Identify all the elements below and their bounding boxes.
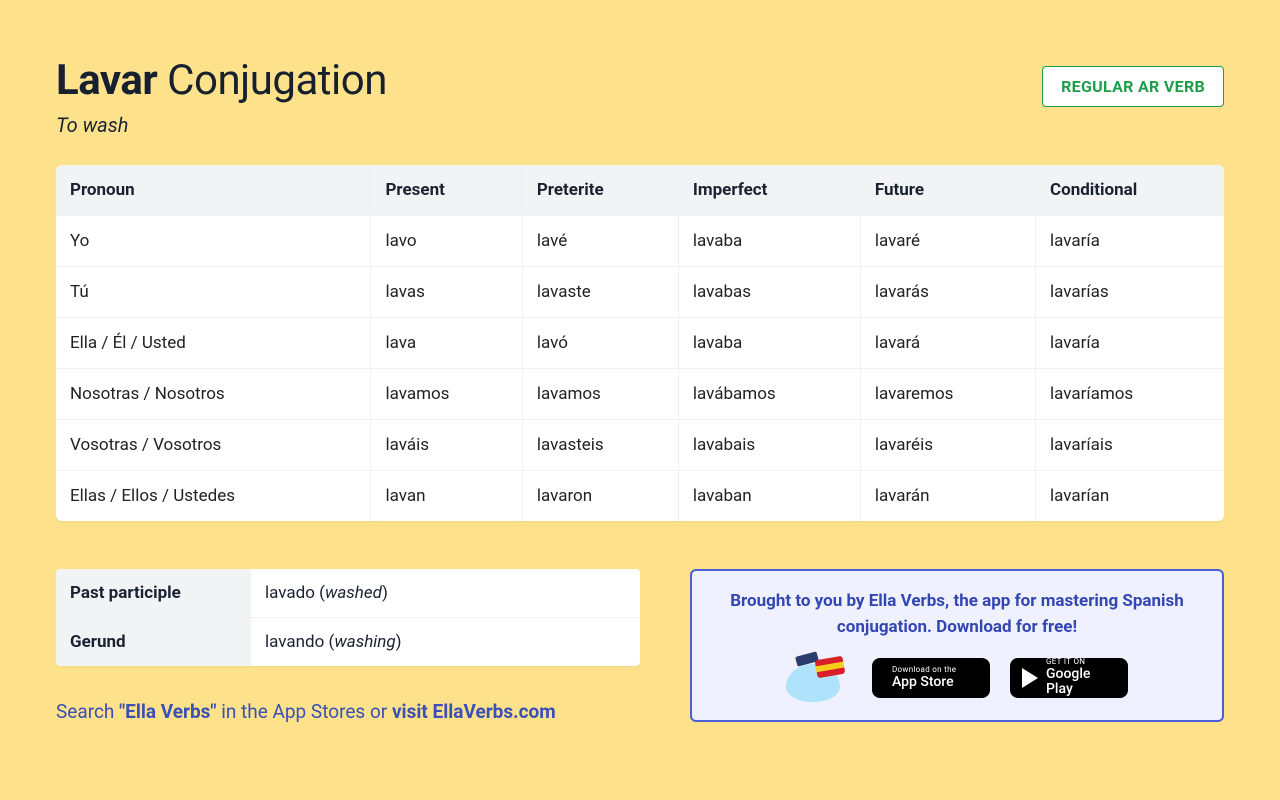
app-store-badge[interactable]: Download on the App Store	[872, 658, 990, 698]
table-cell: lavaríais	[1035, 420, 1224, 471]
table-cell: lavabais	[678, 420, 860, 471]
table-row: Yolavolavélavabalavarélavaría	[56, 216, 1224, 267]
form-label: Gerund	[56, 618, 251, 667]
promo-text: Brought to you by Ella Verbs, the app fo…	[714, 589, 1200, 640]
table-cell: lavarían	[1035, 471, 1224, 522]
title-verb: Lavar	[56, 56, 157, 105]
table-cell: lavasteis	[522, 420, 678, 471]
search-app-name: "Ella Verbs"	[119, 700, 216, 723]
app-store-big: App Store	[892, 675, 956, 690]
table-cell: Nosotras / Nosotros	[56, 369, 371, 420]
table-cell: lavamos	[522, 369, 678, 420]
column-header: Preterite	[522, 165, 678, 216]
forms-column: Past participlelavado (washed)Gerundlava…	[56, 569, 640, 723]
conjugation-table: PronounPresentPreteriteImperfectFutureCo…	[56, 165, 1224, 521]
search-middle: in the App Stores or	[216, 700, 391, 723]
verb-forms-table: Past participlelavado (washed)Gerundlava…	[56, 569, 640, 666]
table-row: Vosotras / Vosotroslaváislavasteislavaba…	[56, 420, 1224, 471]
table-cell: lavarías	[1035, 267, 1224, 318]
table-cell: lavabas	[678, 267, 860, 318]
table-cell: lavaría	[1035, 318, 1224, 369]
table-cell: lavaréis	[860, 420, 1035, 471]
table-cell: Vosotras / Vosotros	[56, 420, 371, 471]
search-website-link[interactable]: visit EllaVerbs.com	[392, 700, 556, 723]
table-cell: lavaba	[678, 216, 860, 267]
promo-panel: Brought to you by Ella Verbs, the app fo…	[690, 569, 1224, 722]
table-cell: lavaré	[860, 216, 1035, 267]
table-cell: lavarán	[860, 471, 1035, 522]
table-cell: lavaríamos	[1035, 369, 1224, 420]
table-cell: lavaste	[522, 267, 678, 318]
google-play-big: Google Play	[1046, 667, 1116, 698]
table-cell: lavó	[522, 318, 678, 369]
table-row: Túlavaslavastelavabaslavaráslavarías	[56, 267, 1224, 318]
table-cell: lavaba	[678, 318, 860, 369]
page-title: Lavar Conjugation	[56, 56, 387, 105]
form-row: Gerundlavando (washing)	[56, 618, 640, 667]
column-header: Pronoun	[56, 165, 371, 216]
table-cell: Ella / Él / Usted	[56, 318, 371, 369]
page-header: Lavar Conjugation To wash REGULAR AR VER…	[56, 56, 1224, 137]
table-cell: Ellas / Ellos / Ustedes	[56, 471, 371, 522]
form-label: Past participle	[56, 569, 251, 618]
google-play-badge[interactable]: GET IT ON Google Play	[1010, 658, 1128, 698]
form-value: lavado (washed)	[251, 569, 640, 618]
table-cell: lavaron	[522, 471, 678, 522]
table-cell: lavará	[860, 318, 1035, 369]
search-instruction: Search "Ella Verbs" in the App Stores or…	[56, 700, 640, 723]
table-row: Ellas / Ellos / Ustedeslavanlavaronlavab…	[56, 471, 1224, 522]
table-cell: lavamos	[371, 369, 522, 420]
verb-type-badge: REGULAR AR VERB	[1042, 66, 1224, 107]
table-cell: laváis	[371, 420, 522, 471]
table-cell: Yo	[56, 216, 371, 267]
ella-verbs-logo-icon	[786, 654, 852, 702]
bottom-section: Past participlelavado (washed)Gerundlava…	[56, 569, 1224, 723]
title-suffix: Conjugation	[167, 56, 387, 105]
form-value: lavando (washing)	[251, 618, 640, 667]
table-row: Nosotras / Nosotroslavamoslavamoslavábam…	[56, 369, 1224, 420]
table-cell: lava	[371, 318, 522, 369]
table-cell: lavaremos	[860, 369, 1035, 420]
form-row: Past participlelavado (washed)	[56, 569, 640, 618]
column-header: Future	[860, 165, 1035, 216]
table-cell: lavaría	[1035, 216, 1224, 267]
google-play-icon	[1022, 668, 1038, 688]
table-cell: lavas	[371, 267, 522, 318]
table-cell: lavo	[371, 216, 522, 267]
title-block: Lavar Conjugation To wash	[56, 56, 387, 137]
table-cell: lavan	[371, 471, 522, 522]
verb-translation: To wash	[56, 113, 387, 137]
table-cell: Tú	[56, 267, 371, 318]
column-header: Present	[371, 165, 522, 216]
search-prefix: Search	[56, 700, 119, 723]
column-header: Conditional	[1035, 165, 1224, 216]
table-cell: lavé	[522, 216, 678, 267]
column-header: Imperfect	[678, 165, 860, 216]
table-cell: lavarás	[860, 267, 1035, 318]
table-cell: lavábamos	[678, 369, 860, 420]
table-cell: lavaban	[678, 471, 860, 522]
table-row: Ella / Él / Ustedlavalavólavabalavarálav…	[56, 318, 1224, 369]
promo-badges-row: Download on the App Store GET IT ON Goog…	[714, 654, 1200, 702]
